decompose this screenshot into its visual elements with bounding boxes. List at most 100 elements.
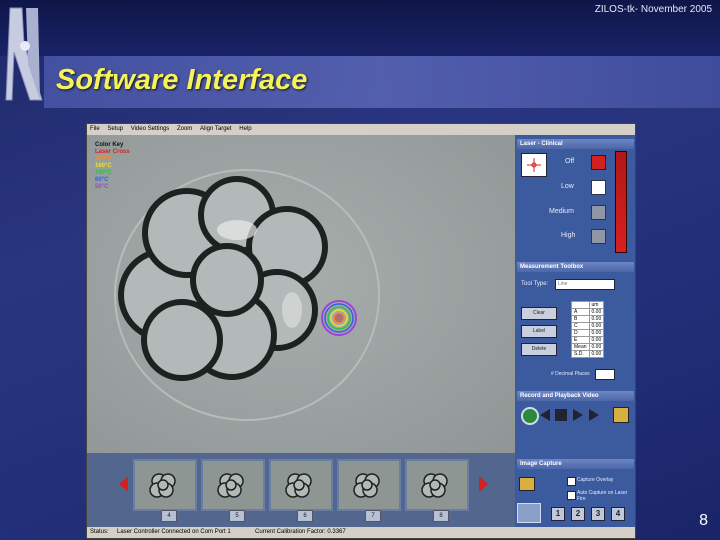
page-number: 8 bbox=[699, 512, 708, 529]
video-section-header: Record and Playback Video bbox=[517, 391, 634, 401]
thumbnail[interactable] bbox=[269, 459, 333, 511]
laser-high-button[interactable] bbox=[591, 229, 606, 244]
laser-section-header: Laser - Clinical bbox=[517, 139, 634, 149]
capture-slot-3-button[interactable]: 3 bbox=[591, 507, 605, 521]
table-row: D 0.00 bbox=[571, 329, 605, 337]
table-row: S.D. 0.00 bbox=[571, 350, 605, 358]
row-value: 0.00 bbox=[588, 308, 605, 316]
decimal-places-label: # Decimal Places bbox=[551, 371, 590, 377]
thumbnail[interactable] bbox=[405, 459, 469, 511]
row-key: E bbox=[571, 336, 590, 344]
color-key-item: Laser Cross bbox=[95, 149, 130, 155]
menu-align-target[interactable]: Align Target bbox=[200, 126, 232, 132]
delete-button[interactable]: Delete bbox=[521, 343, 557, 356]
color-key-item: 100°C bbox=[95, 170, 112, 176]
record-button[interactable] bbox=[521, 407, 539, 425]
capture-slot-4-button[interactable]: 4 bbox=[611, 507, 625, 521]
laser-power-slider[interactable] bbox=[615, 151, 627, 253]
menu-zoom[interactable]: Zoom bbox=[177, 126, 192, 132]
previous-arrow-icon[interactable] bbox=[119, 476, 128, 492]
thumbnail[interactable] bbox=[133, 459, 197, 511]
table-row: E 0.00 bbox=[571, 336, 605, 344]
laser-crosshair-icon[interactable] bbox=[521, 153, 547, 177]
status-label: Status: bbox=[90, 529, 109, 535]
table-header: um bbox=[588, 301, 605, 309]
laser-low-label: Low bbox=[561, 183, 574, 190]
row-key: Mean bbox=[571, 343, 590, 351]
menu-setup[interactable]: Setup bbox=[107, 126, 123, 132]
auto-capture-checkbox[interactable] bbox=[567, 491, 576, 500]
laser-off-label: Off bbox=[565, 158, 575, 165]
slide-title: Software Interface bbox=[56, 64, 308, 96]
color-key-item: 200°C bbox=[95, 156, 112, 162]
measurement-section-header: Measurement Toolbox bbox=[517, 262, 634, 272]
play-icon[interactable] bbox=[573, 409, 583, 421]
laser-high-label: High bbox=[561, 232, 576, 239]
row-value: 0.00 bbox=[588, 315, 605, 323]
table-row: Mean 0.00 bbox=[571, 343, 605, 351]
capture-overlay-label: Capture Overlay bbox=[577, 477, 614, 483]
clear-button[interactable]: Clear bbox=[521, 307, 557, 320]
control-panel: Laser - Clinical Off Low Medium High Mea… bbox=[515, 135, 635, 527]
color-key-item: 50°C bbox=[95, 184, 109, 190]
auto-capture-label: Auto Capture on Laser Fire bbox=[577, 490, 628, 502]
capture-folder-icon[interactable] bbox=[519, 477, 535, 491]
thumbnail-strip: 4 5 6 7 8 bbox=[87, 453, 515, 527]
row-key: C bbox=[571, 322, 590, 330]
color-key: Color Key Laser Cross 200°C 160°C 100°C … bbox=[95, 142, 130, 191]
label-button[interactable]: Label bbox=[521, 325, 557, 338]
menu-help[interactable]: Help bbox=[239, 126, 251, 132]
laser-low-button[interactable] bbox=[591, 180, 606, 195]
capture-section-header: Image Capture bbox=[517, 459, 634, 469]
menu-bar: File Setup Video Settings Zoom Align Tar… bbox=[87, 124, 635, 135]
thumbnail[interactable] bbox=[337, 459, 401, 511]
laser-medium-label: Medium bbox=[549, 208, 574, 215]
company-logo bbox=[5, 7, 43, 101]
row-key: A bbox=[571, 308, 590, 316]
next-arrow-icon[interactable] bbox=[479, 476, 488, 492]
thumbnail-number: 7 bbox=[365, 510, 381, 522]
row-key: B bbox=[571, 315, 590, 323]
color-key-title: Color Key bbox=[95, 142, 124, 148]
table-row: B 0.00 bbox=[571, 315, 605, 323]
calibration-text: Current Calibration Factor: 0.3367 bbox=[255, 529, 346, 535]
row-value: 0.00 bbox=[588, 322, 605, 330]
menu-video-settings[interactable]: Video Settings bbox=[131, 126, 170, 132]
menu-file[interactable]: File bbox=[90, 126, 100, 132]
microscope-viewer[interactable]: Color Key Laser Cross 200°C 160°C 100°C … bbox=[87, 135, 515, 453]
embryo-image bbox=[114, 169, 380, 421]
rewind-icon[interactable] bbox=[540, 409, 550, 421]
video-folder-icon[interactable] bbox=[613, 407, 629, 423]
row-value: 0.00 bbox=[588, 329, 605, 337]
laser-medium-button[interactable] bbox=[591, 205, 606, 220]
header-text: ZILOS-tk- November 2005 bbox=[594, 4, 712, 15]
row-value: 0.00 bbox=[588, 350, 605, 358]
thumbnail-number: 6 bbox=[297, 510, 313, 522]
laser-off-button[interactable] bbox=[591, 155, 606, 170]
measurement-table: um A 0.00 B 0.00 C 0.00 D 0.00 E 0.00 Mean 0.0… bbox=[571, 301, 605, 358]
color-key-item: 60°C bbox=[95, 177, 109, 183]
status-text: Laser Controller Connected on Com Port 1 bbox=[117, 529, 231, 535]
fast-forward-icon[interactable] bbox=[589, 409, 599, 421]
row-key: D bbox=[571, 329, 590, 337]
status-bar: Status: Laser Controller Connected on Co… bbox=[87, 527, 635, 538]
table-row: C 0.00 bbox=[571, 322, 605, 330]
thumbnail[interactable] bbox=[201, 459, 265, 511]
thumbnail-number: 4 bbox=[161, 510, 177, 522]
thumbnail-number: 8 bbox=[433, 510, 449, 522]
table-row: A 0.00 bbox=[571, 308, 605, 316]
decimal-places-input[interactable] bbox=[595, 369, 615, 380]
row-value: 0.00 bbox=[588, 336, 605, 344]
application-window: File Setup Video Settings Zoom Align Tar… bbox=[86, 123, 636, 539]
tool-type-select[interactable]: Line bbox=[555, 279, 615, 290]
capture-slot-2-button[interactable]: 2 bbox=[571, 507, 585, 521]
color-key-item: 160°C bbox=[95, 163, 112, 169]
capture-overlay-checkbox[interactable] bbox=[567, 477, 576, 486]
capture-slot-1-button[interactable]: 1 bbox=[551, 507, 565, 521]
thumbnail-number: 5 bbox=[229, 510, 245, 522]
stop-icon[interactable] bbox=[555, 409, 567, 421]
row-key: S.D. bbox=[571, 350, 590, 358]
camera-capture-icon[interactable] bbox=[517, 503, 541, 523]
row-value: 0.00 bbox=[588, 343, 605, 351]
tool-type-label: Tool Type: bbox=[521, 281, 549, 287]
